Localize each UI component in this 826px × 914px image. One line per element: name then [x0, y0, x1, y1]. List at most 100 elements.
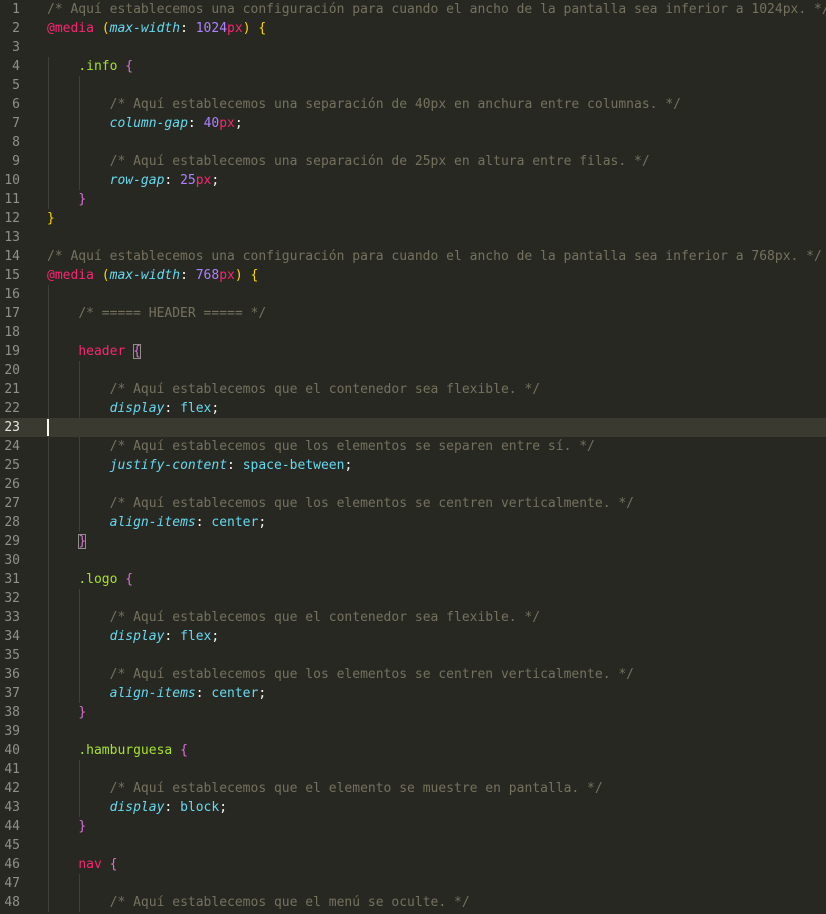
- code-line[interactable]: 8: [0, 133, 826, 152]
- line-number: 44: [4, 819, 20, 834]
- code-line[interactable]: 45: [0, 836, 826, 855]
- line-number: 42: [4, 781, 20, 796]
- code-line[interactable]: 33 /* Aquí establecemos que el contenedo…: [0, 608, 826, 627]
- code-line[interactable]: 23: [0, 418, 826, 437]
- code-editor[interactable]: 1 /* Aquí establecemos una configuración …: [0, 0, 826, 914]
- code-line[interactable]: 22 display: flex;: [0, 399, 826, 418]
- indent-guide: [79, 361, 80, 380]
- code-line[interactable]: 46 nav {: [0, 855, 826, 874]
- code-line[interactable]: 14 /* Aquí establecemos una configuración…: [0, 247, 826, 266]
- code-text[interactable]: /* Aquí establecemos que los elementos s…: [47, 494, 634, 513]
- code-line[interactable]: 6 /* Aquí establecemos una separación de…: [0, 95, 826, 114]
- code-text[interactable]: row-gap: 25px;: [47, 171, 220, 190]
- code-text[interactable]: /* ===== HEADER ===== */: [47, 304, 266, 323]
- code-text[interactable]: nav {: [47, 855, 117, 874]
- code-token: flex: [180, 629, 212, 644]
- code-text[interactable]: /* Aquí establecemos una separación de 2…: [47, 152, 650, 171]
- code-text[interactable]: .hamburguesa {: [47, 741, 188, 760]
- code-line[interactable]: 31 .logo {: [0, 570, 826, 589]
- code-line[interactable]: 2 @media (max-width: 1024px) {: [0, 19, 826, 38]
- code-text[interactable]: /* Aquí establecemos que el elemento se …: [47, 779, 603, 798]
- code-text[interactable]: @media (max-width: 768px) {: [47, 266, 258, 285]
- code-line[interactable]: 30: [0, 551, 826, 570]
- code-text[interactable]: align-items: center;: [47, 684, 267, 703]
- code-text[interactable]: display: flex;: [47, 399, 220, 418]
- code-text[interactable]: @media (max-width: 1024px) {: [47, 19, 266, 38]
- code-line[interactable]: 20: [0, 361, 826, 380]
- code-line[interactable]: 4 .info {: [0, 57, 826, 76]
- code-text[interactable]: justify-content: space-between;: [47, 456, 353, 475]
- code-line[interactable]: 25 justify-content: space-between;: [0, 456, 826, 475]
- code-text[interactable]: /* Aquí establecemos que los elementos s…: [47, 665, 634, 684]
- code-line[interactable]: 47: [0, 874, 826, 893]
- code-line[interactable]: 11 }: [0, 190, 826, 209]
- code-line[interactable]: 5: [0, 76, 826, 95]
- code-line[interactable]: 43 display: block;: [0, 798, 826, 817]
- code-token: px: [219, 116, 235, 131]
- code-text[interactable]: /* Aquí establecemos que el menú se ocul…: [47, 893, 470, 912]
- code-token: }: [78, 192, 87, 207]
- code-text[interactable]: header {: [47, 342, 141, 361]
- code-token: ): [242, 21, 251, 36]
- code-text[interactable]: }: [47, 190, 86, 209]
- code-line[interactable]: 35: [0, 646, 826, 665]
- code-line[interactable]: 29 }: [0, 532, 826, 551]
- code-line[interactable]: 9 /* Aquí establecemos una separación de…: [0, 152, 826, 171]
- code-line[interactable]: 13: [0, 228, 826, 247]
- code-text[interactable]: /* Aquí establecemos que el contenedor s…: [47, 380, 540, 399]
- code-token: space-between: [242, 458, 345, 473]
- code-text[interactable]: .logo {: [47, 570, 133, 589]
- code-text[interactable]: display: flex;: [47, 627, 220, 646]
- code-line[interactable]: 12}: [0, 209, 826, 228]
- code-line[interactable]: 19 header {: [0, 342, 826, 361]
- code-line[interactable]: 18: [0, 323, 826, 342]
- line-number: 3: [12, 40, 20, 55]
- code-text[interactable]: /* Aquí establecemos una separación de 4…: [47, 95, 681, 114]
- code-text[interactable]: display: block;: [47, 798, 227, 817]
- code-token: /* Aquí establecemos una configuración p…: [47, 2, 826, 17]
- code-line[interactable]: 3: [0, 38, 826, 57]
- code-text[interactable]: }: [47, 703, 86, 722]
- code-line[interactable]: 36 /* Aquí establecemos que los elemento…: [0, 665, 826, 684]
- code-line[interactable]: 27 /* Aquí establecemos que los elemento…: [0, 494, 826, 513]
- code-line[interactable]: 38 }: [0, 703, 826, 722]
- code-line[interactable]: 21 /* Aquí establecemos que el contenedo…: [0, 380, 826, 399]
- code-line[interactable]: 34 display: flex;: [0, 627, 826, 646]
- code-line[interactable]: 40 .hamburguesa {: [0, 741, 826, 760]
- code-line[interactable]: 48 /* Aquí establecemos que el menú se o…: [0, 893, 826, 912]
- code-line[interactable]: 24 /* Aquí establecemos que los elemento…: [0, 437, 826, 456]
- indent-guide: [48, 874, 49, 893]
- code-line[interactable]: 17 /* ===== HEADER ===== */: [0, 304, 826, 323]
- line-number: 13: [4, 230, 20, 245]
- code-line[interactable]: 32: [0, 589, 826, 608]
- code-line[interactable]: 1 /* Aquí establecemos una configuración …: [0, 0, 826, 19]
- code-line[interactable]: 10 row-gap: 25px;: [0, 171, 826, 190]
- code-text[interactable]: .info {: [47, 57, 133, 76]
- code-text[interactable]: column-gap: 40px;: [47, 114, 243, 133]
- code-text[interactable]: }: [47, 209, 55, 228]
- code-text[interactable]: /* Aquí establecemos que los elementos s…: [47, 437, 595, 456]
- code-line[interactable]: 41: [0, 760, 826, 779]
- code-line[interactable]: 7 column-gap: 40px;: [0, 114, 826, 133]
- code-text[interactable]: /* Aquí establecemos una configuración p…: [47, 247, 822, 266]
- code-text[interactable]: /* Aquí establecemos que el contenedor s…: [47, 608, 540, 627]
- code-text[interactable]: align-items: center;: [47, 513, 267, 532]
- code-line[interactable]: 39: [0, 722, 826, 741]
- code-line[interactable]: 44 }: [0, 817, 826, 836]
- code-line[interactable]: 26: [0, 475, 826, 494]
- code-token: ;: [234, 116, 243, 131]
- code-line[interactable]: 37 align-items: center;: [0, 684, 826, 703]
- code-text[interactable]: }: [47, 532, 87, 551]
- code-line[interactable]: 15 @media (max-width: 768px) {: [0, 266, 826, 285]
- code-token: flex: [180, 401, 212, 416]
- code-line[interactable]: 42 /* Aquí establecemos que el elemento …: [0, 779, 826, 798]
- line-number: 19: [4, 344, 20, 359]
- code-text[interactable]: }: [47, 817, 86, 836]
- code-line[interactable]: 28 align-items: center;: [0, 513, 826, 532]
- code-line[interactable]: 16: [0, 285, 826, 304]
- code-token: :: [164, 401, 181, 416]
- code-text[interactable]: /* Aquí establecemos una configuración p…: [47, 0, 826, 19]
